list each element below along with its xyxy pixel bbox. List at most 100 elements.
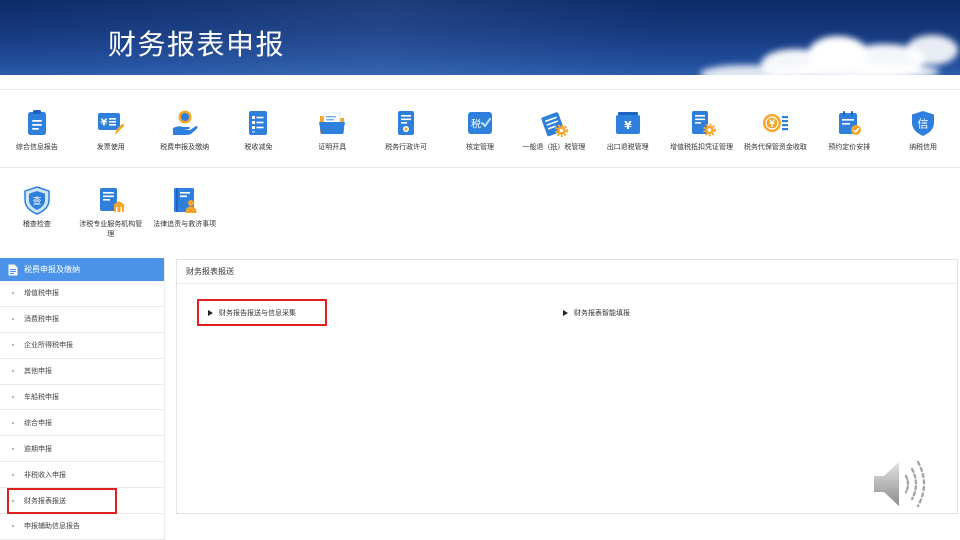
bullet-icon [12,525,14,528]
sidebar-item-corporate-income-tax[interactable]: 企业所得税申报 [0,333,164,359]
bullet-icon [12,396,14,398]
coin-list-icon [763,114,789,132]
service-label: 稽查检查 [22,220,51,228]
bullet-icon [12,292,14,295]
main-panel: 财务报表报送 财务报告报送与信息采集 财务报表智能填报 [176,259,958,514]
triangle-right-icon [563,309,568,316]
sidebar-item-label: 申报辅助信息报告 [24,522,80,531]
service-item[interactable]: 税费申报及缴纳 [148,90,222,167]
service-item[interactable]: 税收减免 [222,90,296,167]
sidebar-item-overdue[interactable]: 逾期申报 [0,436,164,463]
highlight-box [197,299,327,326]
service-item[interactable]: 增值税抵扣凭证管理 [665,90,739,167]
book-person-icon [173,188,197,213]
bullet-icon [12,318,14,321]
credit-shield-icon: 信 [912,111,935,136]
service-label: 出口退税管理 [606,143,649,151]
service-label: 发票使用 [96,143,125,151]
sidebar-item-label: 综合申报 [24,418,52,427]
link-financial-report-submission[interactable]: 财务报告报送与信息采集 [197,299,327,326]
service-item[interactable]: 税务代保管资金收取 [738,90,812,167]
service-grid: 综合信息报告 ¥ 发票使用 税费申报及缴纳 税收减免 证明开具 税务行政许可 税… [0,89,960,248]
panel-title: 财务报表报送 [177,260,957,284]
sidebar-item-vat[interactable]: 增值税申报 [0,281,164,307]
service-label: 税费申报及缴纳 [160,143,210,151]
service-item[interactable]: 税 核定管理 [443,90,517,167]
calendar-check-icon [839,111,862,135]
service-label: 证明开具 [318,143,347,151]
service-item[interactable]: 税务行政许可 [369,90,443,167]
bullet-icon [12,370,14,373]
service-item[interactable]: 综合信息报告 [0,90,74,167]
sidebar-item-consumption-tax[interactable]: 消费税申报 [0,307,164,333]
document-building-icon [99,188,125,212]
service-label: 税务代保管资金收取 [743,143,807,151]
slide-page: 财务报表申报 综合信息报告 ¥ 发票使用 税费申报及缴纳 税收减免 证明开具 税… [0,0,960,540]
sidebar: 税费申报及缴纳 增值税申报 消费税申报 企业所得税申报 其他申报 车船税申报 综… [0,258,165,540]
certificate-document-icon [398,111,415,135]
link-smart-statement-filling[interactable]: 财务报表智能填报 [552,299,630,326]
service-item[interactable]: 证明开具 [295,90,369,167]
service-label: 纳税信用 [909,143,938,151]
header-banner: 财务报表申报 [0,0,960,75]
inspection-shield-icon: 查 [24,186,50,215]
sidebar-item-financial-statements[interactable]: 财务报表报送 [0,488,164,515]
invoice-pen-icon: ¥ [97,113,125,135]
bullet-icon [12,421,14,424]
sidebar-title: 税费申报及缴纳 [24,265,80,274]
sidebar-item-label: 企业所得税申报 [24,341,73,350]
service-item[interactable]: 预约定价安排 [812,90,886,167]
sidebar-item-label: 车船税申报 [24,393,59,401]
document-gear-icon [691,111,716,137]
icon-glyph: 查 [32,195,41,207]
service-row-2: 查 稽查检查 涉税专业服务机构管理 法律追责与救济事项 [0,168,960,248]
hand-coin-icon [172,110,198,135]
highlight-box [7,488,117,515]
document-icon [8,264,18,275]
sidebar-item-comprehensive[interactable]: 综合申报 [0,410,164,437]
service-label: 税务行政许可 [385,143,428,151]
icon-glyph: ¥ [100,118,107,129]
icon-glyph: 税 [471,118,481,131]
icon-glyph: 信 [918,118,929,131]
sidebar-item-label: 增值税申报 [24,289,59,298]
card-gear-icon [541,112,568,137]
bullet-icon [12,473,14,476]
service-item[interactable]: 一般退（抵）税管理 [517,90,591,167]
service-label: 综合信息报告 [15,143,58,151]
page-title: 财务报表申报 [108,28,286,61]
service-label: 核定管理 [465,143,494,151]
service-item[interactable]: 涉税专业服务机构管理 [74,168,148,248]
sidebar-item-non-tax-revenue[interactable]: 非税收入申报 [0,462,164,489]
sidebar-item-label: 其他申报 [24,367,52,376]
service-row-1: 综合信息报告 ¥ 发票使用 税费申报及缴纳 税收减免 证明开具 税务行政许可 税… [0,89,960,168]
icon-glyph: ¥ [624,119,632,132]
service-item[interactable]: 查 稽查检查 [0,168,74,248]
sidebar-item-label: 非税收入申报 [24,470,66,479]
bullet-icon [12,344,14,347]
sidebar-item-auxiliary-info[interactable]: 申报辅助信息报告 [0,514,164,540]
service-label: 法律追责与救济事项 [153,220,217,228]
service-item[interactable]: ¥ 出口退税管理 [591,90,665,167]
link-label: 财务报表智能填报 [574,308,630,317]
clipboard-icon [27,110,46,135]
folder-icon [319,112,346,134]
sidebar-item-label: 消费税申报 [24,315,59,324]
bullet-icon [12,447,14,450]
tax-check-icon: 税 [467,112,492,134]
service-label: 增值税抵扣凭证管理 [670,143,734,151]
sidebar-item-label: 逾期申报 [24,444,52,453]
sidebar-item-other[interactable]: 其他申报 [0,359,164,385]
service-label: 一般退（抵）税管理 [522,143,586,151]
list-document-icon [249,111,268,135]
service-label: 涉税专业服务机构管理 [79,220,143,238]
service-label: 税收减免 [244,143,273,151]
speaker-icon[interactable] [870,452,936,516]
sidebar-header: 税费申报及缴纳 [0,258,164,281]
service-item[interactable]: 信 纳税信用 [886,90,960,167]
service-item[interactable]: 法律追责与救济事项 [148,168,222,248]
yuan-card-icon: ¥ [615,112,640,134]
service-item[interactable]: ¥ 发票使用 [74,90,148,167]
sidebar-item-vehicle-vessel-tax[interactable]: 车船税申报 [0,385,164,411]
service-label: 预约定价安排 [828,143,871,151]
